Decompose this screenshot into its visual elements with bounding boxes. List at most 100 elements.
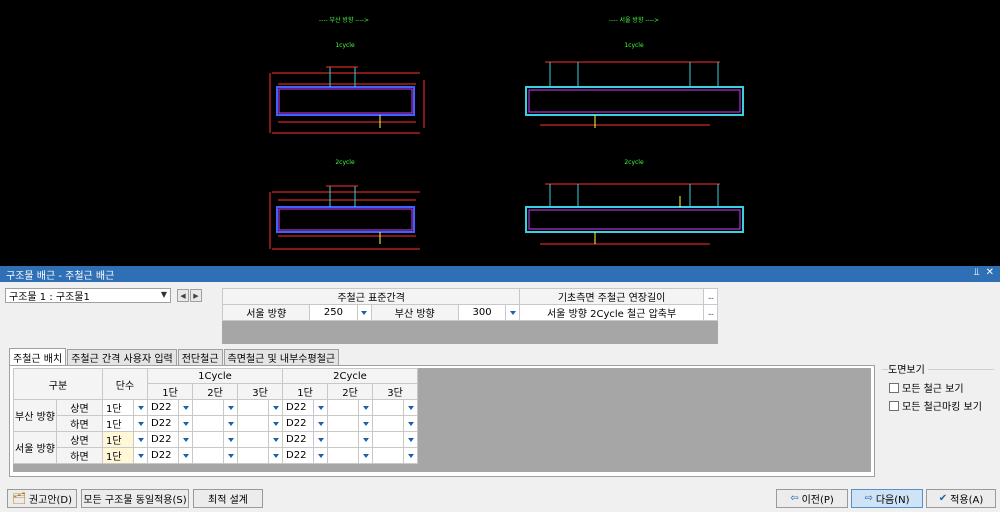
apply-button[interactable]: ✔ 적용(A) xyxy=(926,489,996,508)
rebar-cell[interactable] xyxy=(192,431,224,448)
busan-spacing-value[interactable]: 300 xyxy=(457,304,507,321)
panel-title-bar: 구조물 배근 - 주철근 배근 ⫫ ✕ xyxy=(0,266,1000,282)
rebar-dropdown[interactable] xyxy=(268,431,283,448)
rebar-cell[interactable] xyxy=(372,399,404,416)
busan-direction-label: 부산 방향 xyxy=(370,304,459,321)
rebar-dropdown[interactable] xyxy=(268,399,283,416)
extension-header-more-button[interactable]: ... xyxy=(702,288,719,305)
rebar-cell[interactable]: D22 xyxy=(282,399,314,416)
next-button[interactable]: ⇨ 다음(N) xyxy=(851,489,923,508)
rebar-cell[interactable] xyxy=(372,415,404,432)
rebar-dropdown[interactable] xyxy=(313,399,328,416)
recommend-button[interactable]: 🗂 권고안(D) xyxy=(7,489,77,508)
cad-drawing-canvas[interactable]: ---- 부산 방향 ----> ---- 서울 방향 ----> 1cycle… xyxy=(0,0,1000,266)
dropdown-arrow-icon xyxy=(362,438,369,442)
rebar-dropdown[interactable] xyxy=(403,399,418,416)
seoul-spacing-dropdown[interactable] xyxy=(356,304,372,321)
rebar-cell[interactable] xyxy=(237,431,269,448)
rebar-cell[interactable]: D22 xyxy=(147,447,179,464)
rebar-cell[interactable] xyxy=(237,399,269,416)
rebar-dropdown[interactable] xyxy=(313,415,328,432)
rebar-cell[interactable] xyxy=(192,447,224,464)
rebar-cell[interactable] xyxy=(372,447,404,464)
tiers-cell[interactable]: 1단 xyxy=(102,415,134,432)
rebar-dropdown[interactable] xyxy=(178,399,193,416)
rebar-dropdown[interactable] xyxy=(223,399,238,416)
structure-select[interactable]: 구조물 1 : 구조물1 ▼ xyxy=(5,288,171,303)
rebar-cell[interactable] xyxy=(327,431,359,448)
rebar-cell[interactable]: D22 xyxy=(147,431,179,448)
rebar-dropdown[interactable] xyxy=(223,415,238,432)
tiers-dropdown[interactable] xyxy=(133,447,148,464)
rebar-dropdown[interactable] xyxy=(403,447,418,464)
tab-bar: 주철근 배치 주철근 간격 사용자 입력 전단철근 측면철근 및 내부수평철근 xyxy=(9,348,340,365)
rebar-cell[interactable] xyxy=(192,415,224,432)
left-direction-label: ---- 부산 방향 ----> xyxy=(319,16,369,24)
dropdown-arrow-icon xyxy=(272,406,279,410)
spacing-grid: 주철근 표준간격 기초측면 주철근 연장길이 ... 서울 방향 250 부산 … xyxy=(221,288,719,344)
rebar-cell[interactable] xyxy=(237,447,269,464)
rebar-dropdown[interactable] xyxy=(358,431,373,448)
tab-main-rebar-layout[interactable]: 주철근 배치 xyxy=(9,348,67,365)
dropdown-arrow-icon xyxy=(407,454,414,458)
dropdown-arrow-icon xyxy=(137,438,144,442)
rebar-cell[interactable] xyxy=(327,415,359,432)
rebar-dropdown[interactable] xyxy=(223,447,238,464)
rebar-dropdown[interactable] xyxy=(268,447,283,464)
rebar-cell[interactable] xyxy=(327,399,359,416)
rebar-dropdown[interactable] xyxy=(268,415,283,432)
rebar-cell[interactable]: D22 xyxy=(282,415,314,432)
busan-spacing-dropdown[interactable] xyxy=(505,304,521,321)
tab-shear-rebar[interactable]: 전단철근 xyxy=(177,349,223,365)
dropdown-arrow-icon xyxy=(182,454,189,458)
rebar-cell[interactable]: D22 xyxy=(282,447,314,464)
rebar-cell[interactable] xyxy=(327,447,359,464)
rebar-cell[interactable]: D22 xyxy=(147,415,179,432)
tiers-dropdown[interactable] xyxy=(133,431,148,448)
tab-side-rebar[interactable]: 측면철근 및 내부수평철근 xyxy=(223,349,340,365)
tab-user-spacing-input[interactable]: 주철근 간격 사용자 입력 xyxy=(67,349,177,365)
prev-structure-button[interactable]: ◀ xyxy=(177,289,189,302)
rebar-dropdown[interactable] xyxy=(178,447,193,464)
rebar-cell[interactable] xyxy=(192,399,224,416)
face-label: 하면 xyxy=(56,415,103,432)
rebar-cell[interactable]: D22 xyxy=(147,399,179,416)
apply-all-structures-button[interactable]: 모든 구조물 동일적용(S) xyxy=(81,489,189,508)
right-cycle1-label: 1cycle xyxy=(624,42,644,49)
rebar-dropdown[interactable] xyxy=(313,447,328,464)
rebar-dropdown[interactable] xyxy=(358,447,373,464)
rebar-dropdown[interactable] xyxy=(223,431,238,448)
pin-icon[interactable]: ⫫ xyxy=(974,267,980,278)
all-rebar-checkbox[interactable]: 모든 철근 보기 xyxy=(889,380,964,395)
seoul-spacing-value[interactable]: 250 xyxy=(309,304,358,321)
rebar-dropdown[interactable] xyxy=(403,431,418,448)
cycle2-tier2-header: 2단 xyxy=(327,383,373,400)
checkmark-icon: ✔ xyxy=(938,493,948,504)
optimize-button[interactable]: 최적 설계 xyxy=(193,489,263,508)
dropdown-arrow-icon xyxy=(137,422,144,426)
tiers-dropdown[interactable] xyxy=(133,415,148,432)
prev-button[interactable]: ⇦ 이전(P) xyxy=(776,489,848,508)
close-icon[interactable]: ✕ xyxy=(986,267,994,278)
rebar-dropdown[interactable] xyxy=(178,415,193,432)
rebar-cell[interactable] xyxy=(237,415,269,432)
checkbox-box[interactable] xyxy=(889,382,899,393)
rebar-dropdown[interactable] xyxy=(178,431,193,448)
rebar-dropdown[interactable] xyxy=(313,431,328,448)
dropdown-arrow-icon xyxy=(407,406,414,410)
rebar-cell[interactable]: D22 xyxy=(282,431,314,448)
rebar-cell[interactable] xyxy=(372,431,404,448)
tiers-dropdown[interactable] xyxy=(133,399,148,416)
face-label: 하면 xyxy=(56,447,103,464)
tiers-cell[interactable]: 1단 xyxy=(102,431,134,448)
next-structure-button[interactable]: ▶ xyxy=(190,289,202,302)
rebar-dropdown[interactable] xyxy=(403,415,418,432)
left-cycle1-label: 1cycle xyxy=(335,42,355,49)
tiers-cell[interactable]: 1단 xyxy=(102,399,134,416)
extension-row-more-button[interactable]: ... xyxy=(702,304,719,321)
rebar-dropdown[interactable] xyxy=(358,415,373,432)
tiers-cell[interactable]: 1단 xyxy=(102,447,134,464)
rebar-dropdown[interactable] xyxy=(358,399,373,416)
checkbox-box[interactable] xyxy=(889,400,899,411)
all-marking-checkbox[interactable]: 모든 철근마킹 보기 xyxy=(889,398,982,413)
